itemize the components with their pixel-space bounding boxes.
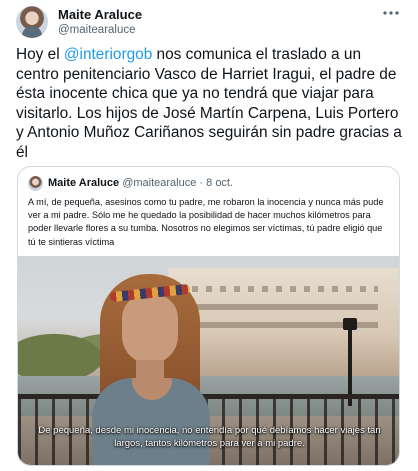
tweet-text: Hoy el @interiorgob nos comunica el tras… (16, 45, 404, 162)
quoted-author-name: Maite Araluce (48, 177, 120, 189)
quoted-date: 8 oct. (206, 177, 234, 189)
author-name[interactable]: Maite Araluce (58, 7, 142, 22)
quoted-tweet[interactable]: Maite Araluce @maitearaluce · 8 oct. A m… (17, 166, 400, 466)
face (122, 294, 178, 364)
quoted-tweet-header: Maite Araluce @maitearaluce · 8 oct. (28, 176, 388, 192)
mention-link[interactable]: @interiorgob (64, 46, 152, 63)
quoted-author-handle: @maitearaluce (122, 177, 197, 189)
video-subtitle: De pequeña, desde mi inocencia, no enten… (38, 425, 381, 449)
tweet-header: Maite Araluce @maitearaluce (16, 6, 402, 38)
separator-dot: · (199, 177, 204, 189)
quoted-avatar (28, 176, 43, 191)
quoted-meta: Maite Araluce @maitearaluce · 8 oct. (48, 177, 233, 189)
more-horizontal-icon[interactable] (380, 6, 402, 26)
video-media[interactable]: De pequeña, desde mi inocencia, no enten… (18, 256, 399, 465)
author-handle[interactable]: @maitearaluce (58, 24, 136, 36)
shirt (92, 378, 210, 465)
quoted-tweet-text: A mí, de pequeña, asesinos como tu padre… (28, 197, 384, 247)
tweet-text-part: Hoy el (16, 46, 64, 63)
tweet-text-part: nos comunica el traslado a un centro pen… (16, 46, 402, 161)
avatar[interactable] (16, 6, 48, 38)
